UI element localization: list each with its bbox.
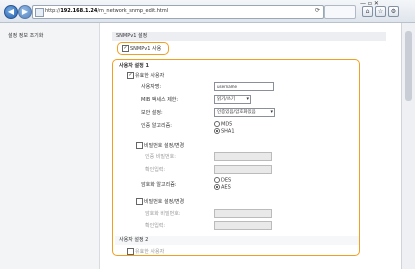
url-text: http://192.168.1.24/m_network_snmp_edit.…	[45, 8, 169, 14]
auth-sha1-option[interactable]: SHA1	[214, 128, 235, 135]
user1-title: 사용자 설정 1	[119, 63, 149, 69]
auth-confirm-label: 확인입력:	[145, 167, 166, 173]
vertical-scrollbar[interactable]	[401, 23, 415, 269]
enc-des-label: DES	[221, 177, 232, 184]
mib-access-label: MIB 액세스 제한:	[141, 97, 179, 103]
auth-password-label: 인증 비밀번호:	[145, 154, 176, 160]
enc-des-option[interactable]: DES	[214, 177, 231, 184]
browser-toolbar: ◀ ▶ http://192.168.1.24/m_network_snmp_e…	[0, 0, 415, 23]
enc-confirm-label: 확인입력:	[145, 223, 166, 229]
auth-md5-radio[interactable]	[214, 121, 220, 127]
enc-aes-radio[interactable]	[214, 184, 220, 190]
enc-password-input[interactable]	[214, 209, 272, 218]
enc-password-change-row[interactable]: 비밀번호 설정/변경	[136, 198, 184, 205]
gear-icon[interactable]: ⚙	[388, 6, 399, 17]
enc-confirm-input[interactable]	[214, 221, 272, 230]
enc-algorithm-label: 암호화 알고리즘:	[141, 182, 177, 188]
auth-password-change-row[interactable]: 비밀번호 설정/변경	[136, 142, 184, 149]
main-content: SNMPv1 설정 ✓ SNMPv1 사용 사용자 설정 1 ✓ 유효한 사용자 사…	[100, 23, 400, 269]
home-icon[interactable]: ⌂	[362, 6, 373, 17]
user2-title: 사용자 설정 2	[115, 236, 359, 245]
auth-password-input[interactable]	[214, 152, 272, 161]
enc-aes-option[interactable]: AES	[214, 184, 231, 191]
enc-aes-label: AES	[221, 184, 231, 191]
auth-sha1-label: SHA1	[221, 128, 235, 135]
user1-enable-row[interactable]: ✓ 유효한 사용자	[127, 72, 164, 79]
forward-button[interactable]: ▶	[18, 5, 32, 19]
address-bar[interactable]: http://192.168.1.24/m_network_snmp_edit.…	[32, 5, 324, 19]
star-icon[interactable]: ☆	[375, 6, 386, 17]
auth-algorithm-label: 인증 알고리즘:	[141, 123, 172, 129]
sidebar: 설정 정보 조기화	[0, 23, 100, 269]
auth-md5-option[interactable]: MD5	[214, 121, 232, 128]
enc-password-change-checkbox[interactable]	[136, 198, 143, 205]
username-input[interactable]: username	[214, 82, 274, 91]
snmpv1-checkbox-label: SNMPv1 사용	[130, 46, 162, 52]
enc-password-change-label: 비밀번호 설정/변경	[144, 199, 185, 205]
auth-md5-label: MD5	[221, 121, 233, 128]
browser-tab[interactable]	[324, 5, 356, 19]
username-label: 사용자명:	[141, 84, 162, 90]
enc-password-label: 암호화 비밀번호:	[145, 211, 181, 217]
security-select[interactable]: 인증있음/암호화있음	[214, 108, 275, 117]
enc-des-radio[interactable]	[214, 177, 220, 183]
mib-access-select[interactable]: 읽기/쓰기	[214, 95, 251, 104]
security-label: 보안 설정:	[141, 110, 163, 116]
user2-enable-label: 유효한 사용자	[135, 249, 165, 255]
user2-enable-row[interactable]: 유효한 사용자	[127, 248, 164, 255]
refresh-icon[interactable]: ⟳	[315, 7, 320, 14]
snmpv1-checkbox[interactable]: ✓	[122, 45, 129, 52]
sidebar-link-reset-settings[interactable]: 설정 정보 조기화	[8, 32, 43, 39]
auth-confirm-input[interactable]	[214, 165, 272, 174]
user1-enable-checkbox[interactable]: ✓	[127, 72, 134, 79]
window-controls[interactable]: — ▫ ✕	[360, 0, 379, 7]
back-button[interactable]: ◀	[4, 5, 18, 19]
user2-enable-checkbox[interactable]	[127, 248, 134, 255]
auth-password-change-checkbox[interactable]	[136, 142, 143, 149]
user1-enable-label: 유효한 사용자	[135, 73, 165, 79]
snmpv1-enable-row[interactable]: ✓ SNMPv1 사용	[122, 45, 161, 52]
snmpv1-section-header: SNMPv1 설정	[112, 32, 386, 41]
page-icon	[35, 8, 44, 17]
scrollbar-thumb[interactable]	[405, 31, 412, 101]
auth-password-change-label: 비밀번호 설정/변경	[144, 143, 185, 149]
auth-sha1-radio[interactable]	[214, 128, 220, 134]
